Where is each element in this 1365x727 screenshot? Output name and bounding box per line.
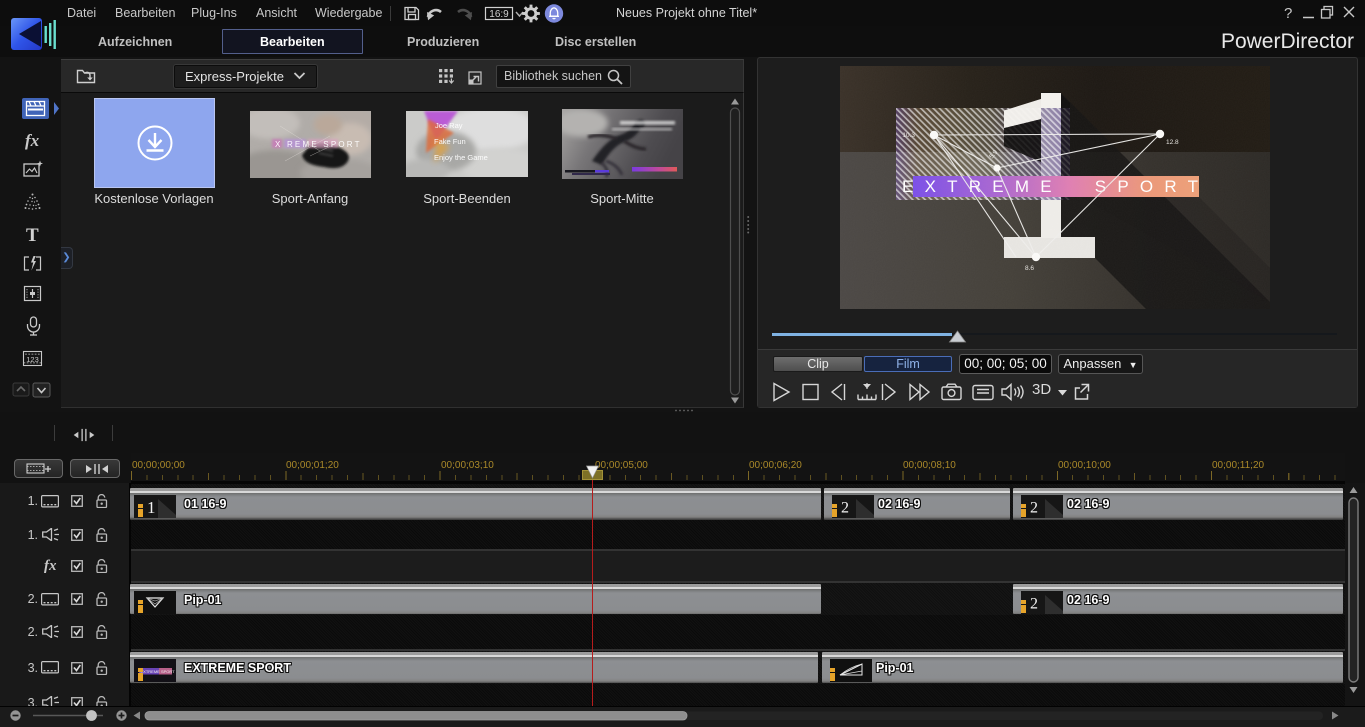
svg-text:T: T bbox=[26, 225, 39, 246]
svg-text:?: ? bbox=[1284, 5, 1292, 22]
svg-text:Joe Ray: Joe Ray bbox=[435, 121, 463, 130]
svg-text:Fake Fun: Fake Fun bbox=[434, 137, 466, 146]
svg-text:123: 123 bbox=[26, 355, 39, 364]
svg-text:2: 2 bbox=[1030, 500, 1038, 517]
svg-text:fx: fx bbox=[25, 131, 40, 150]
svg-text:2: 2 bbox=[841, 500, 849, 517]
svg-text:EXTREME SPORT: EXTREME SPORT bbox=[141, 669, 176, 674]
svg-text:X REME SPORT: X REME SPORT bbox=[275, 140, 362, 149]
svg-text:2: 2 bbox=[1030, 596, 1038, 613]
svg-text:16:9: 16:9 bbox=[489, 9, 509, 20]
svg-text:Enjoy the Game: Enjoy the Game bbox=[434, 153, 488, 162]
svg-text:1: 1 bbox=[147, 498, 156, 517]
